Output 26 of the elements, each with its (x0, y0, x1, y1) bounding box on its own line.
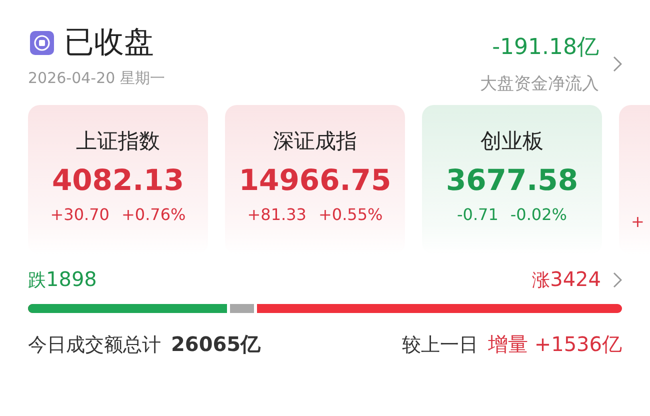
compare-label: 较上一日 (402, 333, 478, 358)
index-percent: +0.55% (318, 205, 383, 224)
index-percent: -0.02% (510, 205, 567, 224)
index-change: -0.71 (456, 205, 498, 224)
stop-icon (30, 30, 54, 54)
date-text: 2026-04-20 星期一 (28, 69, 165, 88)
index-name: 创业板 (480, 128, 544, 155)
advancers-count: 涨3424 (532, 267, 601, 292)
turnover-change: 增量 +1536亿 (488, 331, 622, 358)
index-change: +30.70 (50, 205, 110, 224)
index-change: +81.33 (247, 205, 306, 224)
chevron-icon[interactable] (613, 272, 622, 288)
index-name: 上证指数 (76, 128, 160, 155)
index-name: 深证成指 (273, 128, 357, 155)
index-percent: +0.76% (121, 205, 186, 224)
chevron-icon[interactable] (613, 56, 622, 72)
turnover-total: 26065亿 (171, 331, 261, 358)
net-flow-value: -191.18亿 (492, 34, 599, 62)
index-value: 4082.13 (52, 163, 184, 197)
index-value: 3677.58 (446, 163, 578, 197)
market-status: 已收盘 (64, 24, 154, 62)
decliners-count: 跌1898 (28, 267, 97, 292)
index-change: + (631, 212, 644, 231)
net-flow-label: 大盘资金净流入 (480, 73, 599, 95)
index-value: 14966.75 (238, 163, 392, 197)
turnover-label: 今日成交额总计 (28, 333, 161, 358)
